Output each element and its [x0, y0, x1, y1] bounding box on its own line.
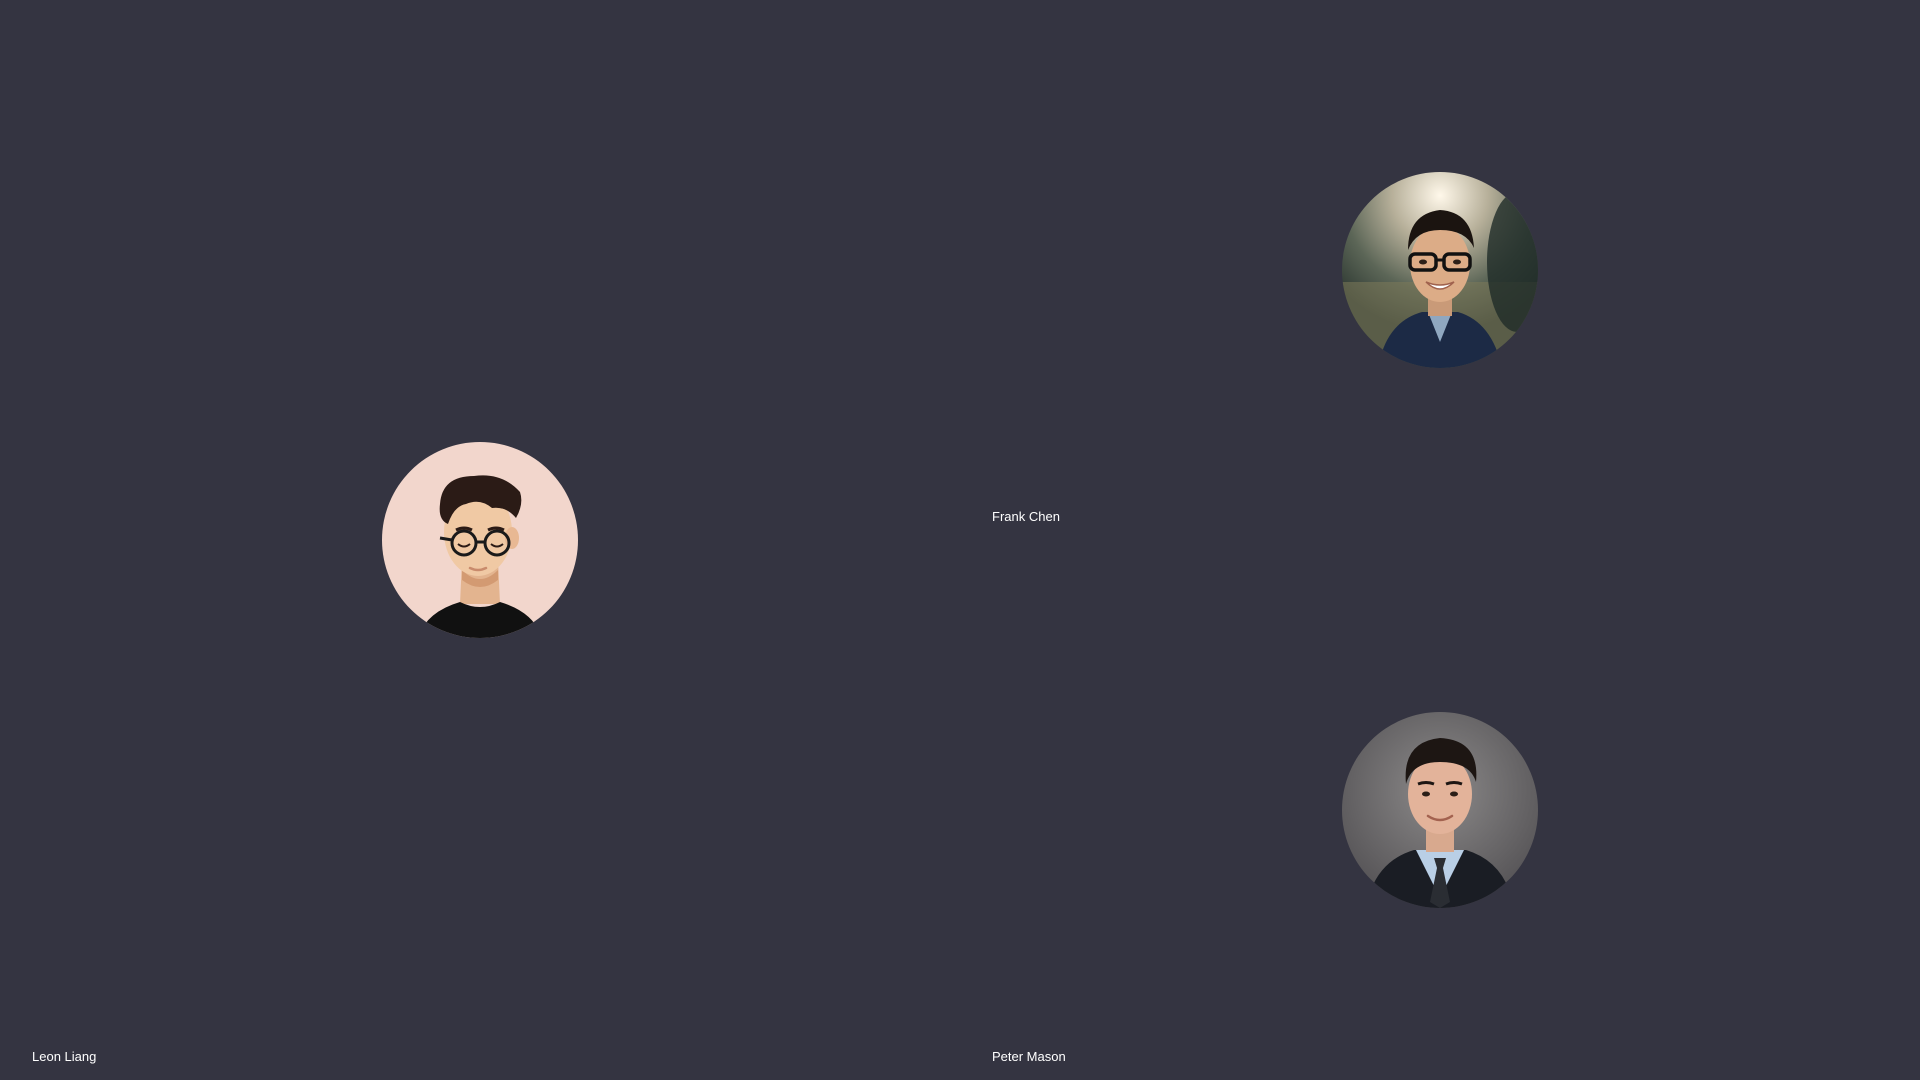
participant-name-label: Leon Liang: [32, 1049, 97, 1064]
participant-avatar: [1342, 712, 1538, 908]
participant-name-label: Peter Mason: [992, 1049, 1066, 1064]
video-call-stage: Leon Liang Frank Chen Peter Mason: [0, 0, 1920, 1080]
participant-tile-leon-liang[interactable]: Leon Liang: [0, 0, 960, 1080]
participant-avatar: [382, 442, 578, 638]
participant-tile-peter-mason[interactable]: Peter Mason: [960, 540, 1920, 1080]
participant-avatar: [1342, 172, 1538, 368]
illustrated-avatar-icon: [382, 442, 578, 638]
photo-avatar-icon: [1342, 172, 1538, 368]
photo-avatar-icon: [1342, 712, 1538, 908]
participant-name-label: Frank Chen: [992, 509, 1060, 524]
participant-tile-frank-chen[interactable]: Frank Chen: [960, 0, 1920, 540]
